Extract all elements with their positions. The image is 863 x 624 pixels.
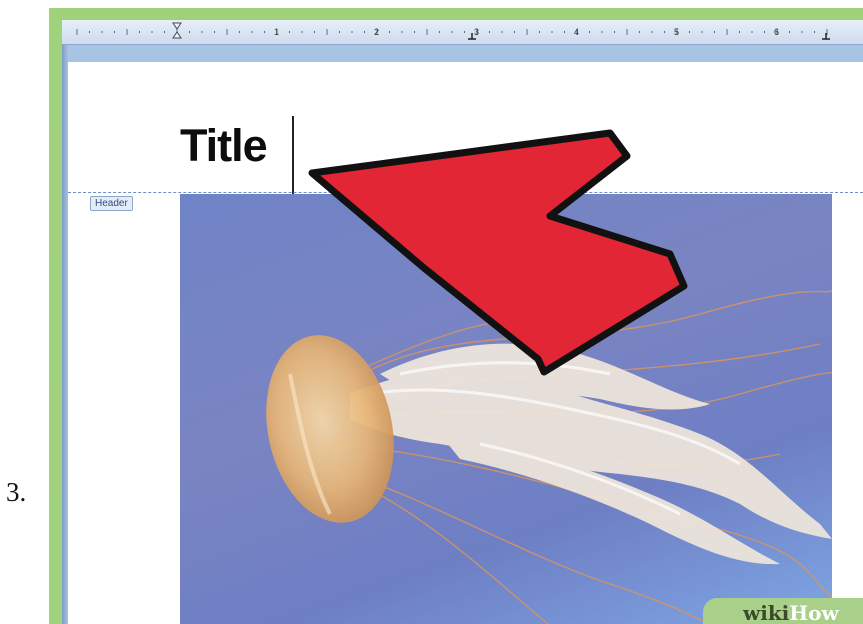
horizontal-ruler[interactable]: 1 2 3 4 5 6 [62,20,863,45]
word-window: 1 2 3 4 5 6 Title Header wikiHow [62,20,863,624]
jellyfish-illustration [266,289,832,624]
watermark-part2: How [789,601,839,624]
ruler-label: 6 [774,27,779,37]
title-text[interactable]: Title [180,123,268,168]
ruler-label: 5 [674,27,679,37]
header-boundary-line [68,192,863,193]
wikihow-watermark: wikiHow [703,598,863,624]
jellyfish-photo[interactable] [180,194,832,624]
header-tag[interactable]: Header [90,196,133,211]
document-page[interactable]: Title Header [68,62,863,624]
watermark-part1: wiki [743,601,790,624]
ruler-label: 2 [374,27,379,37]
ruler-label: 1 [274,27,279,37]
header-area[interactable]: Title [68,62,863,194]
ruler-label: 4 [574,27,579,37]
text-cursor [292,116,294,194]
ruler-label: 3 [474,27,479,37]
ruler-ticks: 1 2 3 4 5 6 [76,22,830,40]
screenshot-frame: 1 2 3 4 5 6 Title Header wikiHow [49,8,863,624]
step-number: 3. [6,477,27,507]
